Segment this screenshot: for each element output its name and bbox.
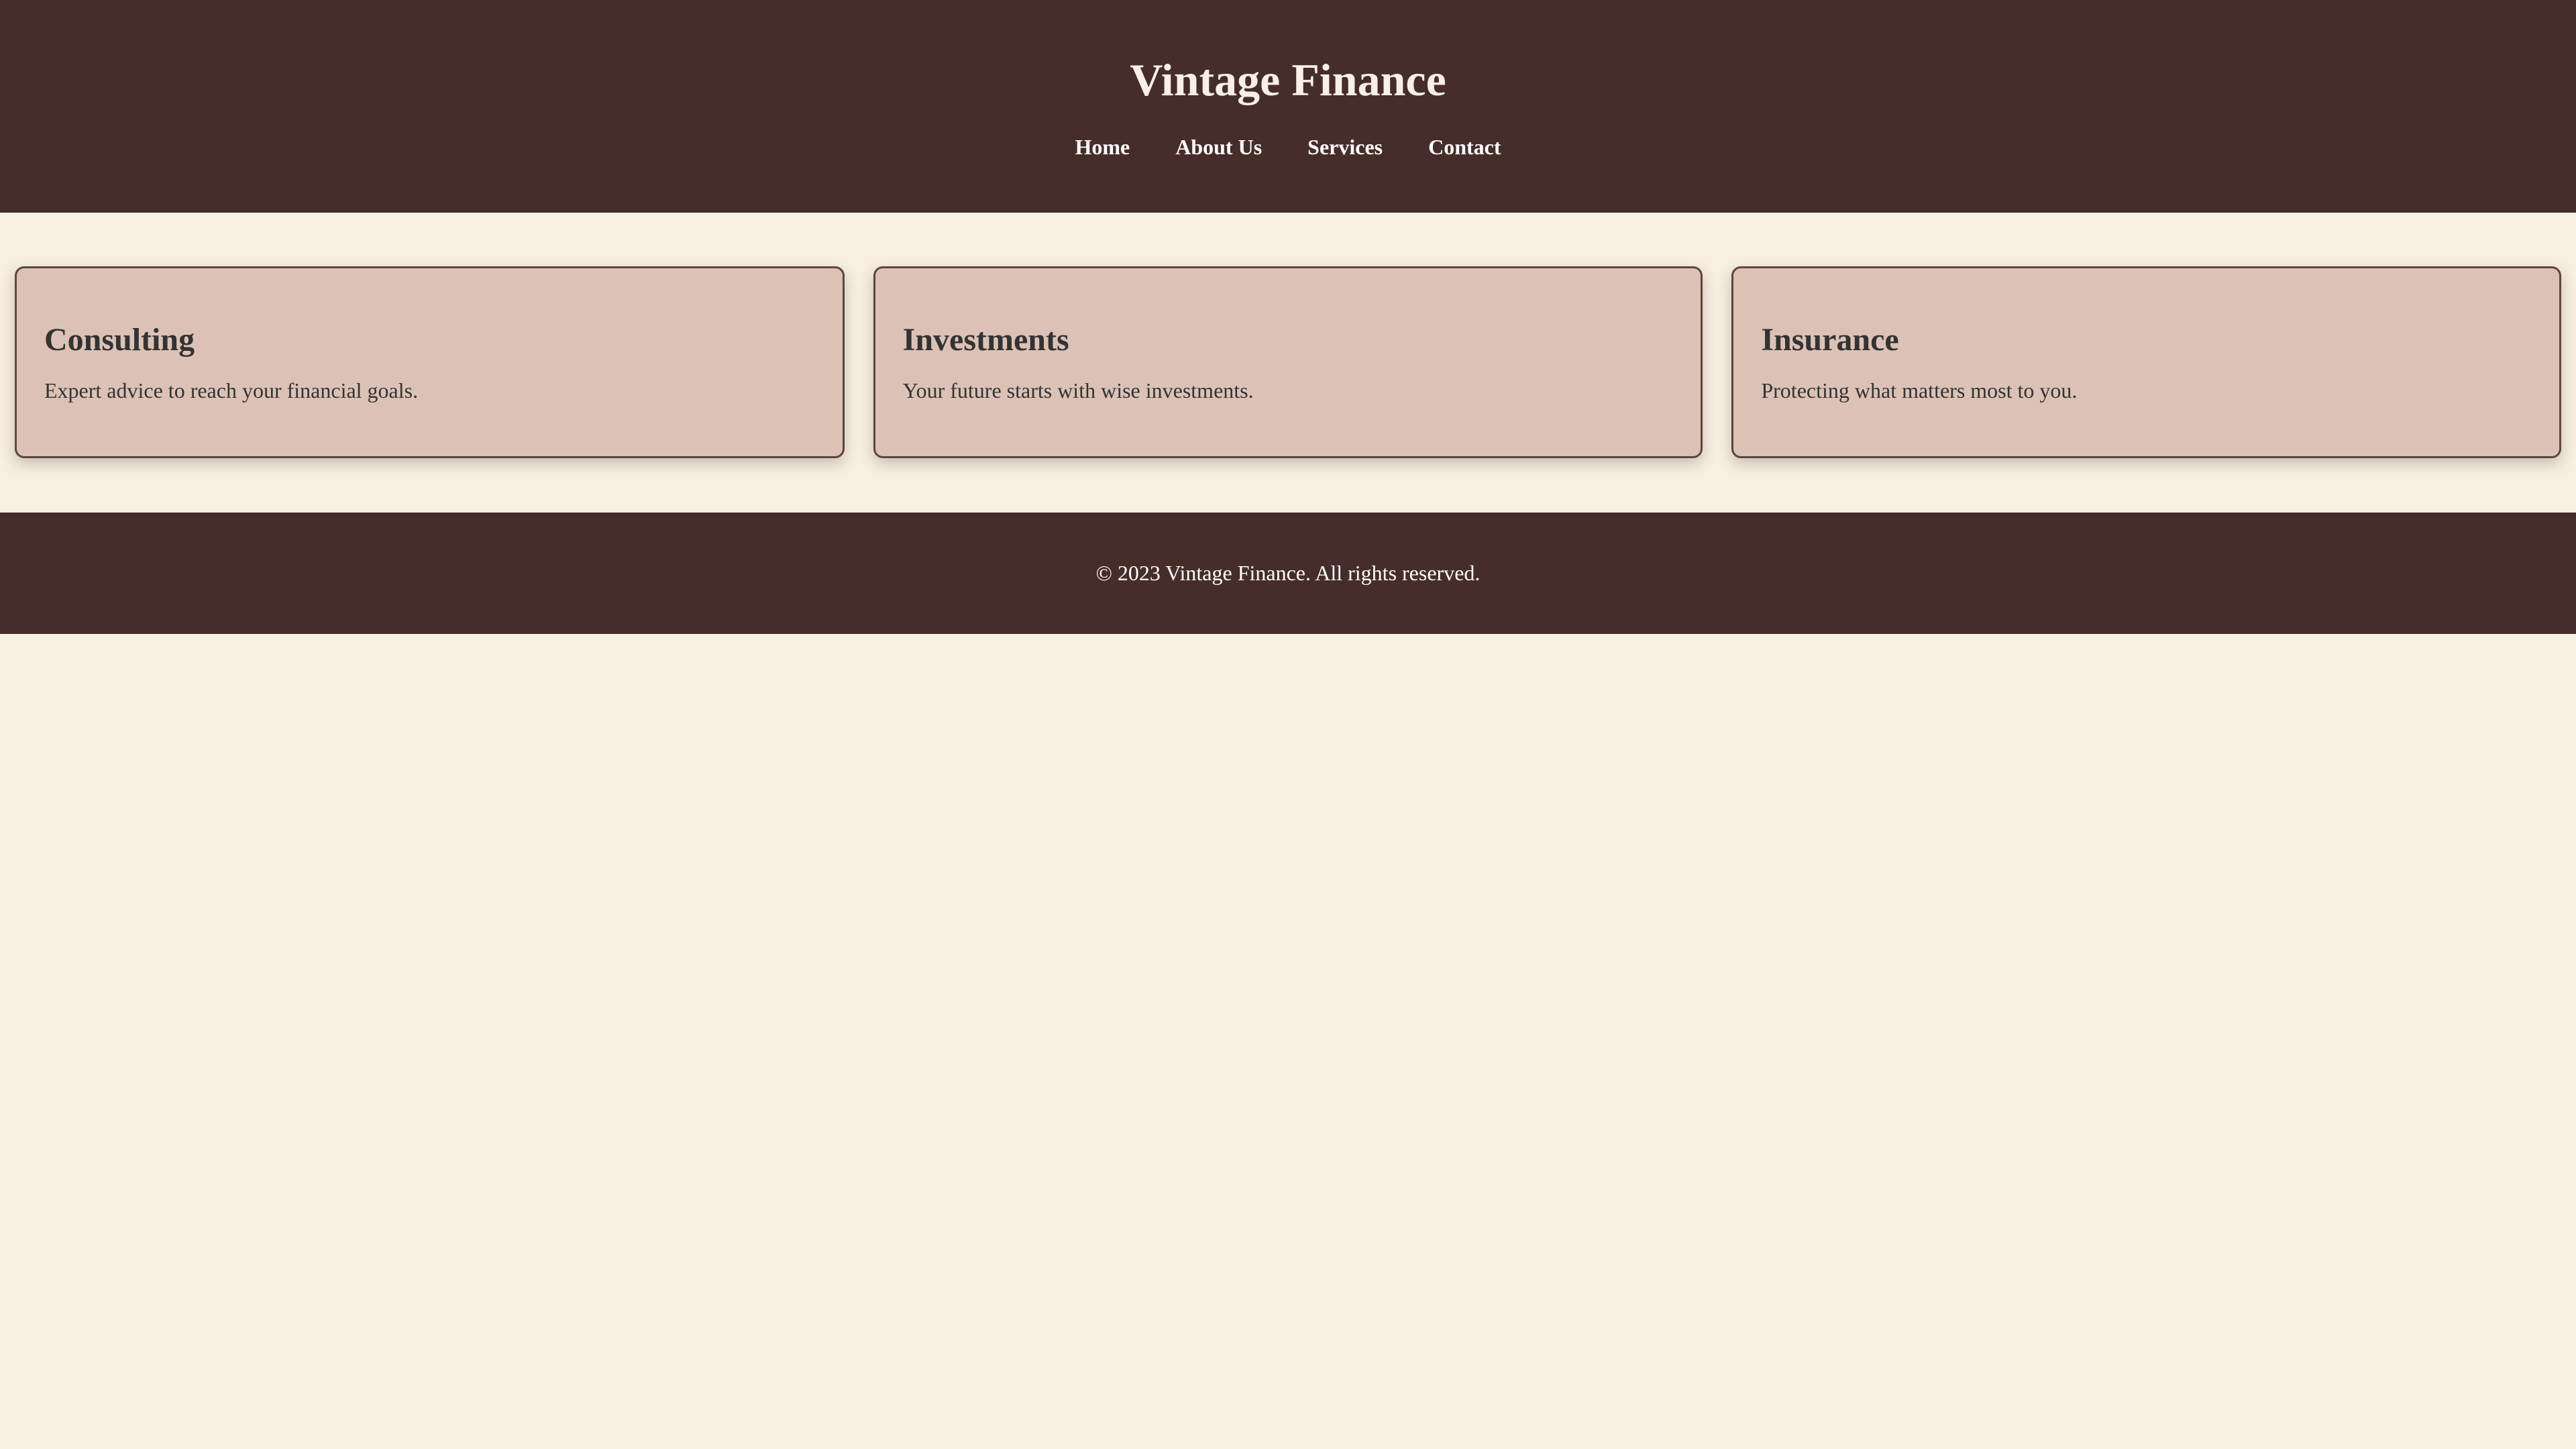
nav-about-us-link[interactable]: About Us — [1175, 133, 1262, 160]
service-card-title: Consulting — [44, 322, 195, 358]
service-card-description: Your future starts with wise investments… — [902, 378, 1254, 402]
services-section: Consulting Expert advice to reach your f… — [15, 266, 2562, 458]
site-footer: © 2023 Vintage Finance. All rights reser… — [0, 513, 2576, 634]
service-card-title: Investments — [902, 322, 1069, 358]
site-header: Vintage Finance Home About Us Services C… — [0, 0, 2576, 213]
nav-contact-link[interactable]: Contact — [1428, 133, 1501, 160]
nav-services-link[interactable]: Services — [1307, 133, 1383, 160]
main-navigation: Home About Us Services Contact — [0, 133, 2576, 160]
service-card-title: Insurance — [1761, 322, 1899, 358]
site-title: Vintage Finance — [1130, 54, 1446, 105]
service-card-consulting: Consulting Expert advice to reach your f… — [15, 266, 845, 458]
service-card-investments: Investments Your future starts with wise… — [873, 266, 1703, 458]
service-card-description: Protecting what matters most to you. — [1761, 378, 2078, 402]
copyright-text: © 2023 Vintage Finance. All rights reser… — [1095, 561, 1481, 585]
service-card-description: Expert advice to reach your financial go… — [44, 378, 419, 402]
service-card-insurance: Insurance Protecting what matters most t… — [1731, 266, 2562, 458]
nav-home-link[interactable]: Home — [1075, 133, 1130, 160]
